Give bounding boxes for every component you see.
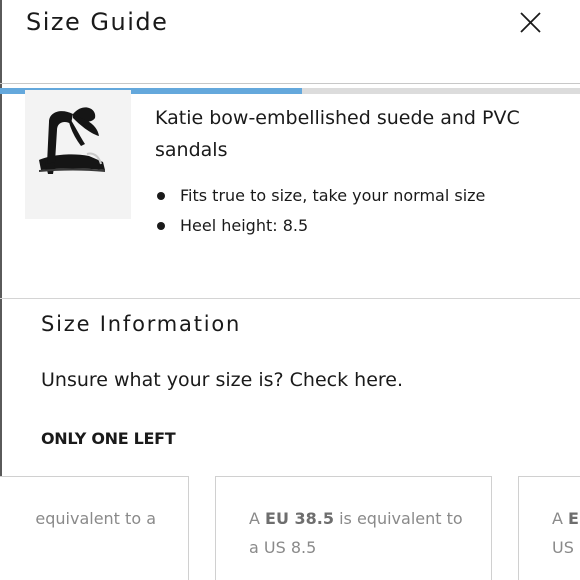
size-card-text: A EU US	[552, 504, 580, 562]
size-card-line2: a US 8.5	[249, 538, 317, 557]
close-button[interactable]	[516, 9, 546, 39]
stock-status-label: ONLY ONE LEFT	[41, 429, 176, 448]
size-card-text: A EU 38.5 is equivalent to a US 8.5	[249, 504, 463, 562]
size-card-line1: A EU 38.5 is equivalent to	[249, 504, 463, 533]
list-item: Heel height: 8.5	[155, 211, 485, 241]
size-card-prefix: A	[249, 509, 266, 528]
size-card-eu-size: EU 38.5	[265, 509, 334, 528]
size-card-eu-size: EU	[568, 509, 580, 528]
size-card-suffix: is equivalent to	[334, 509, 463, 528]
close-icon	[520, 12, 541, 33]
size-card-prefix: A	[552, 509, 569, 528]
fit-note-text: Fits true to size, take your normal size	[180, 186, 486, 205]
heel-height-text: Heel height: 8.5	[180, 216, 309, 235]
section-divider	[0, 298, 580, 299]
product-image	[25, 90, 131, 219]
size-guide-modal: Size Guide Katie bow-embellished suede a…	[0, 0, 580, 580]
size-help-link[interactable]: Unsure what your size is? Check here.	[41, 369, 403, 391]
size-information-title: Size Information	[41, 312, 242, 336]
size-card-line1: equivalent to a	[35, 509, 156, 528]
size-card-current[interactable]: A EU 38.5 is equivalent to a US 8.5	[215, 476, 492, 580]
list-item: Fits true to size, take your normal size	[155, 181, 485, 211]
size-carousel[interactable]: equivalent to a A EU 38.5 is equivalent …	[0, 476, 580, 580]
modal-header: Size Guide	[0, 0, 580, 84]
sandal-thumbnail	[39, 107, 105, 174]
product-name: Katie bow-embellished suede and PVC sand…	[155, 107, 520, 161]
page-title: Size Guide	[26, 8, 169, 36]
product-fit-notes: Fits true to size, take your normal size…	[155, 181, 485, 241]
bullet-icon	[157, 222, 165, 230]
header-divider	[0, 83, 580, 84]
size-card-text: equivalent to a	[35, 504, 156, 533]
size-card-line1: A EU	[552, 504, 580, 533]
size-card-previous[interactable]: equivalent to a	[0, 476, 189, 580]
bullet-icon	[157, 192, 165, 200]
size-card-line2: US	[552, 538, 574, 557]
size-card-next[interactable]: A EU US	[518, 476, 580, 580]
